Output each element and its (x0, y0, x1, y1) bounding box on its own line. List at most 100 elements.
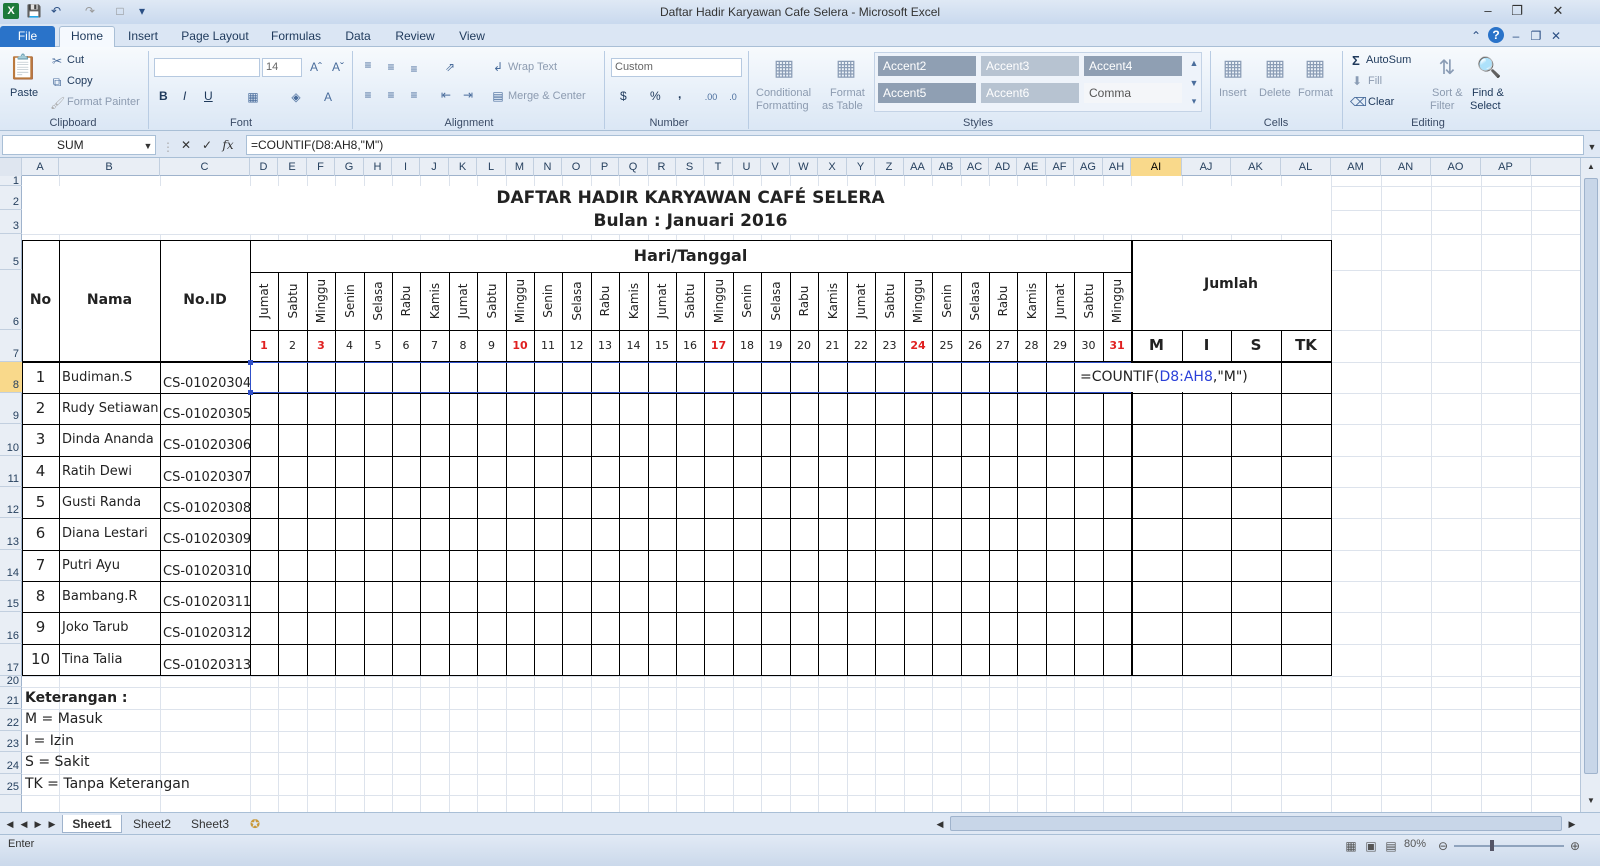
zoom-slider[interactable] (1454, 845, 1564, 847)
zoom-in-icon[interactable]: ⊕ (1568, 838, 1582, 854)
increase-indent-icon[interactable]: ⇥ (460, 87, 476, 103)
italic-button[interactable]: I (183, 89, 186, 103)
vertical-scroll-thumb[interactable] (1584, 178, 1598, 774)
conditional-formatting-label[interactable]: Conditional (756, 87, 811, 99)
column-header-o[interactable]: O (562, 158, 591, 176)
align-top-icon[interactable]: ≡ (360, 57, 376, 73)
range-handle[interactable] (248, 360, 253, 365)
style-accent6[interactable]: Accent6 (981, 83, 1079, 103)
wrap-text-button[interactable]: Wrap Text (508, 61, 557, 73)
clear-button[interactable]: Clear (1368, 96, 1394, 108)
formula-input[interactable]: =COUNTIF(D8:AH8,"M") (246, 135, 1584, 155)
column-header-i[interactable]: I (392, 158, 420, 176)
font-name-select[interactable] (154, 58, 260, 77)
column-header-g[interactable]: G (335, 158, 364, 176)
help-icon[interactable]: ? (1488, 27, 1504, 43)
zoom-level[interactable]: 80% (1404, 838, 1426, 850)
tab-file[interactable]: File (0, 26, 55, 47)
row-header-22[interactable]: 22 (0, 709, 22, 731)
row-header-9[interactable]: 9 (0, 393, 22, 424)
column-header-n[interactable]: N (534, 158, 562, 176)
prev-sheet-icon[interactable]: ◀ (18, 815, 30, 833)
font-size-select[interactable]: 14 (262, 58, 302, 77)
font-color-icon[interactable]: A (320, 89, 336, 105)
row-header-23[interactable]: 23 (0, 731, 22, 752)
column-header-ab[interactable]: AB (932, 158, 961, 176)
tab-data[interactable]: Data (336, 27, 380, 47)
row-header-6[interactable]: 6 (0, 270, 22, 330)
column-header-a[interactable]: A (22, 158, 59, 176)
name-box-dropdown-icon[interactable]: ▼ (140, 138, 156, 154)
cancel-entry-icon[interactable]: ✕ (178, 137, 194, 153)
row-header-11[interactable]: 11 (0, 456, 22, 487)
row-header-24[interactable]: 24 (0, 752, 22, 774)
fill-color-icon[interactable]: ◈ (288, 89, 304, 105)
comma-button[interactable]: , (678, 87, 681, 101)
doc-minimize-icon[interactable]: – (1508, 28, 1524, 44)
column-header-c[interactable]: C (160, 158, 250, 176)
grow-font-icon[interactable]: Aˆ (308, 59, 324, 75)
paste-icon[interactable]: 📋 (8, 51, 38, 85)
underline-button[interactable]: U (204, 89, 213, 103)
row-header-20[interactable]: 20 (0, 676, 22, 687)
page-break-view-icon[interactable]: ▤ (1384, 838, 1398, 854)
align-bottom-icon[interactable]: ≡ (406, 61, 422, 77)
conditional-formatting-label-2[interactable]: Formatting (756, 100, 809, 112)
increase-decimal-icon[interactable]: .00 (702, 89, 720, 105)
doc-restore-icon[interactable]: ❐ (1528, 28, 1544, 44)
column-header-ae[interactable]: AE (1017, 158, 1046, 176)
normal-view-icon[interactable]: ▦ (1344, 838, 1358, 854)
find-select-label[interactable]: Find & (1472, 87, 1504, 99)
bold-button[interactable]: B (159, 89, 168, 103)
column-header-f[interactable]: F (307, 158, 335, 176)
next-sheet-icon[interactable]: ▶ (32, 815, 44, 833)
close-icon[interactable]: ✕ (1538, 2, 1578, 20)
scroll-up-icon[interactable]: ▲ (1584, 160, 1598, 174)
row-header-10[interactable]: 10 (0, 424, 22, 456)
row-header-2[interactable]: 2 (0, 186, 22, 210)
column-header-s[interactable]: S (676, 158, 704, 176)
doc-close-icon[interactable]: ✕ (1548, 28, 1564, 44)
scroll-down-icon[interactable]: ▼ (1584, 794, 1598, 808)
column-header-u[interactable]: U (733, 158, 761, 176)
decrease-indent-icon[interactable]: ⇤ (438, 87, 454, 103)
scroll-right-icon[interactable]: ▶ (1566, 815, 1578, 833)
zoom-out-icon[interactable]: ⊖ (1436, 838, 1450, 854)
column-header-an[interactable]: AN (1381, 158, 1431, 176)
style-accent2[interactable]: Accent2 (878, 56, 976, 76)
minimize-icon[interactable]: – (1476, 2, 1500, 20)
column-header-ac[interactable]: AC (961, 158, 989, 176)
align-center-icon[interactable]: ≡ (383, 87, 399, 103)
column-header-ad[interactable]: AD (989, 158, 1017, 176)
column-header-ao[interactable]: AO (1431, 158, 1481, 176)
row-header-7[interactable]: 7 (0, 330, 22, 362)
column-header-b[interactable]: B (59, 158, 160, 176)
fill-button[interactable]: Fill (1368, 75, 1382, 87)
column-header-l[interactable]: L (477, 158, 506, 176)
row-header-16[interactable]: 16 (0, 612, 22, 644)
column-header-ah[interactable]: AH (1103, 158, 1131, 176)
row-header-13[interactable]: 13 (0, 518, 22, 550)
range-handle[interactable] (248, 390, 253, 395)
orientation-icon[interactable]: ⇗ (440, 59, 460, 75)
column-header-j[interactable]: J (420, 158, 449, 176)
row-header-12[interactable]: 12 (0, 487, 22, 518)
column-header-aj[interactable]: AJ (1182, 158, 1231, 176)
worksheet-grid[interactable]: DAFTAR HADIR KARYAWAN CAFÉ SELERA Bulan :… (22, 176, 1580, 812)
gallery-down-icon[interactable]: ▼ (1188, 75, 1200, 91)
column-header-x[interactable]: X (818, 158, 847, 176)
column-header-m[interactable]: M (506, 158, 534, 176)
align-middle-icon[interactable]: ≡ (383, 59, 399, 75)
tab-home[interactable]: Home (59, 26, 115, 48)
gallery-more-icon[interactable]: ▾ (1188, 93, 1200, 109)
cell-ai8-editor[interactable]: =COUNTIF(D8:AH8,"M") (1076, 363, 1280, 392)
decrease-decimal-icon[interactable]: .0 (724, 89, 742, 105)
horizontal-scrollbar[interactable] (950, 816, 1562, 831)
column-header-e[interactable]: E (278, 158, 307, 176)
column-header-af[interactable]: AF (1046, 158, 1074, 176)
row-header-5[interactable]: 5 (0, 234, 22, 270)
tab-insert[interactable]: Insert (118, 27, 168, 47)
shrink-font-icon[interactable]: Aˇ (330, 59, 346, 75)
select-all-corner[interactable] (0, 158, 22, 176)
merge-center-button[interactable]: Merge & Center (508, 90, 586, 102)
